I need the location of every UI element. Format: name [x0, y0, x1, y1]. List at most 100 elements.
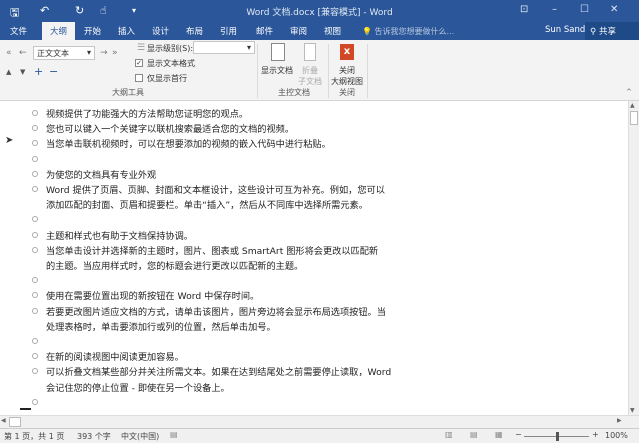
tab-layout[interactable]: 布局	[186, 25, 203, 37]
close-label-2: 大纲视图	[331, 77, 363, 86]
outline-paragraph[interactable]: 若要更改图片适应文档的方式，请单击该图片，图片旁边将会显示布局选项按钮。当	[46, 304, 386, 318]
demote-to-body-icon[interactable]: »	[112, 48, 118, 58]
tab-design[interactable]: 设计	[152, 25, 169, 37]
outline-bullet-icon[interactable]	[32, 368, 38, 375]
outline-paragraph[interactable]: 会记住您的停止位置 - 即使在另一个设备上。	[46, 380, 230, 394]
outline-paragraph[interactable]: 您也可以键入一个关键字以联机搜索最适合您的文档的视频。	[46, 121, 294, 135]
show-text-format-checkbox[interactable]: ✓	[135, 59, 143, 67]
close-outline-view-button[interactable]: x 关闭 大纲视图	[331, 44, 363, 87]
outline-paragraph[interactable]: 添加匹配的封面、页眉和提要栏。单击“插入”，然后从不同库中选择所需元素。	[46, 197, 368, 211]
zoom-in-button[interactable]: +	[592, 430, 599, 439]
expand-icon[interactable]: +	[34, 65, 43, 78]
tell-me-search[interactable]: 💡 告诉我您想要做什么...	[362, 26, 454, 37]
outline-bullet-icon[interactable]	[32, 186, 38, 192]
read-mode-icon[interactable]: ▥	[445, 430, 453, 439]
tab-review[interactable]: 审阅	[290, 25, 307, 37]
outline-bullet-icon[interactable]	[32, 292, 38, 299]
close-x-icon: x	[340, 44, 354, 60]
outline-bullet-icon[interactable]	[32, 155, 38, 162]
show-text-format-label: 显示文本格式	[147, 59, 195, 68]
outline-bullet-icon[interactable]	[32, 231, 38, 238]
outline-bullet-icon[interactable]	[32, 140, 38, 147]
person-icon: ⚲	[590, 27, 597, 37]
zoom-level[interactable]: 100%	[605, 431, 628, 440]
outline-paragraph[interactable]: 主题和样式也有助于文档保持协调。	[46, 228, 193, 242]
horizontal-scrollbar[interactable]: ◀ ▶	[0, 415, 639, 428]
outline-paragraph[interactable]: 的主题。当应用样式时，您的标题会进行更改以匹配新的主题。	[46, 258, 303, 272]
collapse-subdocuments-button[interactable]: 折叠 子文档	[298, 43, 322, 87]
move-up-icon[interactable]: ▲	[6, 68, 11, 76]
outline-bullet-icon[interactable]	[32, 307, 38, 314]
word-count[interactable]: 393 个字	[77, 431, 111, 442]
outline-bullet-icon[interactable]	[32, 125, 38, 132]
tab-view[interactable]: 视图	[324, 25, 341, 37]
proofing-icon[interactable]: ▤	[170, 430, 178, 439]
show-level-select[interactable]: ▾	[193, 41, 255, 54]
tab-insert[interactable]: 插入	[118, 25, 135, 37]
ribbon-display-icon[interactable]: ⊡	[520, 4, 528, 15]
language[interactable]: 中文(中国)	[121, 431, 159, 442]
scroll-right-icon[interactable]: ▶	[617, 417, 622, 424]
outline-bullet-icon[interactable]	[32, 398, 38, 405]
status-bar: 第 1 页，共 1 页 393 个字 中文(中国) ▤ ▥ ▤ ▦ − + 10…	[0, 428, 639, 443]
collapse-label-2: 子文档	[298, 77, 322, 86]
outline-paragraph[interactable]: 视频提供了功能强大的方法帮助您证明您的观点。	[46, 106, 248, 120]
tab-references[interactable]: 引用	[220, 25, 237, 37]
web-layout-icon[interactable]: ▦	[495, 430, 503, 439]
scroll-left-icon[interactable]: ◀	[1, 417, 6, 424]
maximize-button[interactable]: ☐	[580, 4, 589, 15]
outline-level-select[interactable]: 正文文本 ▾	[33, 46, 95, 60]
promote-icon[interactable]: ←	[19, 48, 27, 58]
outline-paragraph[interactable]: Word 提供了页眉、页脚、封面和文本框设计，这些设计可互为补充。例如，您可以	[46, 182, 385, 196]
promote-to-heading-icon[interactable]: «	[6, 48, 12, 58]
tab-home[interactable]: 开始	[84, 25, 101, 37]
outline-level-value: 正文文本	[37, 49, 69, 58]
lightbulb-icon: 💡	[362, 27, 372, 36]
page-count[interactable]: 第 1 页，共 1 页	[4, 431, 64, 442]
tell-me-text: 告诉我您想要做什么...	[374, 27, 455, 36]
outline-bullet-icon[interactable]	[32, 216, 38, 223]
close-button[interactable]: ✕	[610, 4, 618, 15]
show-first-line-checkbox[interactable]	[135, 74, 143, 82]
close-label-1: 关闭	[339, 66, 355, 75]
move-down-icon[interactable]: ▼	[20, 68, 25, 76]
outline-paragraph[interactable]: 当您单击联机视频时，可以在想要添加的视频的嵌入代码中进行粘贴。	[46, 136, 331, 150]
outline-bullet-icon[interactable]	[32, 246, 38, 253]
show-document-button[interactable]: 显示文档	[261, 43, 293, 85]
outline-paragraph[interactable]: 处理表格时，单击要添加行或列的位置，然后单击加号。	[46, 319, 276, 333]
collapse-label-1: 折叠	[302, 66, 318, 75]
mouse-cursor-icon: ➤	[5, 135, 14, 146]
end-of-document-marker	[20, 408, 31, 410]
document-icon	[271, 43, 285, 61]
tab-file[interactable]: 文件	[10, 25, 27, 37]
outline-bullet-icon[interactable]	[32, 353, 38, 360]
share-button[interactable]: ⚲ 共享	[585, 22, 639, 40]
tab-outline[interactable]: 大纲	[42, 22, 76, 40]
scroll-up-icon[interactable]: ▲	[630, 102, 635, 109]
document-area[interactable]: ➤ 视频提供了功能强大的方法帮助您证明您的观点。 您也可以键入一个关键字以联机搜索…	[0, 101, 628, 415]
outline-paragraph[interactable]: 可以折叠文档某些部分并关注所需文本。如果在达到结尾处之前需要停止读取，Word	[46, 364, 391, 378]
show-first-line-label: 仅显示首行	[147, 74, 187, 83]
scrollbar-thumb[interactable]	[630, 111, 638, 125]
zoom-out-button[interactable]: −	[515, 430, 522, 439]
outline-paragraph[interactable]: 为使您的文档具有专业外观	[46, 167, 156, 181]
tab-mailings[interactable]: 邮件	[256, 25, 273, 37]
collapse-icon[interactable]: −	[49, 65, 58, 78]
outline-paragraph[interactable]: 当您单击设计并选择新的主题时，图片、图表或 SmartArt 图形将会更改以匹配…	[46, 243, 378, 257]
scrollbar-thumb[interactable]	[9, 417, 21, 427]
outline-paragraph[interactable]: 使用在需要位置出现的新按钮在 Word 中保存时间。	[46, 288, 259, 302]
outline-paragraph[interactable]: 在新的阅读视图中阅读更加容易。	[46, 349, 184, 363]
show-document-label: 显示文档	[261, 66, 293, 75]
outline-bullet-icon[interactable]	[32, 170, 38, 177]
show-level-label: 显示级别(S):	[147, 44, 194, 53]
scroll-down-icon[interactable]: ▼	[630, 407, 635, 414]
collapse-ribbon-icon[interactable]: ^	[626, 88, 632, 96]
minimize-button[interactable]: –	[552, 4, 557, 15]
outline-bullet-icon[interactable]	[32, 277, 38, 284]
print-layout-icon[interactable]: ▤	[470, 430, 478, 439]
outline-bullet-icon[interactable]	[32, 110, 38, 116]
vertical-scrollbar[interactable]: ▲ ▼	[628, 101, 639, 415]
outline-bullet-icon[interactable]	[32, 338, 38, 344]
demote-icon[interactable]: →	[100, 48, 108, 58]
zoom-slider-thumb[interactable]	[555, 432, 559, 441]
